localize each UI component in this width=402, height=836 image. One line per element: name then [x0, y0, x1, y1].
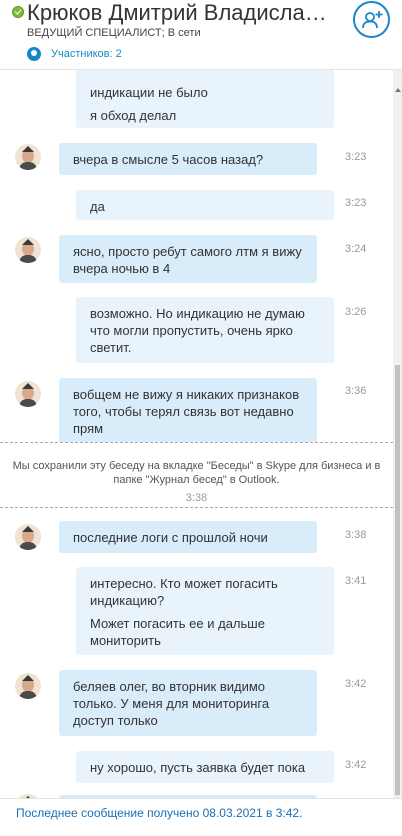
participants-label: Участников: 2	[51, 48, 122, 60]
message-text: беляев олег, во вторник видимо только. У…	[73, 679, 270, 728]
message-timestamp: 3:42	[345, 759, 367, 771]
message-list[interactable]: индикации не было я обход делал вчера в …	[0, 70, 393, 798]
message-text: последние логи с прошлой ночи	[73, 530, 268, 545]
message-timestamp: 3:41	[345, 575, 367, 587]
user-avatar-icon[interactable]	[15, 381, 41, 407]
presence-available-icon	[12, 6, 24, 18]
last-message-info: Последнее сообщение получено 08.03.2021 …	[16, 806, 303, 820]
message-bubble: интересно. Кто может погасить индикацию?…	[76, 567, 334, 655]
message-bubble: возможно. Но индикацию не думаю что могл…	[76, 297, 334, 363]
message-timestamp: 3:42	[345, 678, 367, 690]
message-text: индикации не было	[90, 85, 208, 100]
message-text: Может погасить ее и дальше мониторить	[90, 616, 265, 648]
message-text: я обход делал	[90, 108, 177, 123]
message-text: вобщем не вижу я никаких признаков того,…	[73, 387, 300, 436]
status-footer: Последнее сообщение получено 08.03.2021 …	[0, 798, 402, 836]
message-bubble: да	[76, 190, 334, 220]
message-timestamp: 3:38	[345, 529, 367, 541]
message-text: ясно, просто ребут самого лтм я вижу вче…	[73, 244, 302, 276]
user-avatar-icon[interactable]	[15, 524, 41, 550]
contact-name[interactable]: Крюков Дмитрий Владиславс…	[27, 0, 337, 26]
message-bubble: ну хорошо, пусть заявка будет пока	[76, 751, 334, 783]
message-timestamp: 3:26	[345, 306, 367, 318]
message-bubble: вчера в смысле 5 часов назад?	[59, 143, 317, 175]
conversation-header: Крюков Дмитрий Владиславс… ВЕДУЩИЙ СПЕЦИ…	[0, 0, 402, 70]
message-text: интересно. Кто может погасить индикацию?	[90, 576, 278, 608]
message-timestamp: 3:36	[345, 385, 367, 397]
message-timestamp: 3:23	[345, 197, 367, 209]
message-bubble: ясно, просто ребут самого лтм я вижу вче…	[59, 235, 317, 283]
people-icon	[27, 47, 41, 61]
scroll-up-icon[interactable]	[395, 88, 401, 92]
message-text: ну хорошо, пусть заявка будет пока	[90, 760, 306, 775]
message-bubble: вобщем не вижу я никаких признаков того,…	[59, 378, 317, 444]
message-text: вчера в смысле 5 часов назад?	[73, 152, 264, 167]
message-bubble: последние логи с прошлой ночи	[59, 521, 317, 553]
message-bubble: индикации не было я обход делал	[76, 70, 334, 128]
contact-status: ВЕДУЩИЙ СПЕЦИАЛИСТ; В сети	[27, 27, 201, 39]
scrollbar-thumb[interactable]	[395, 365, 400, 795]
conversation-saved-notice: Мы сохранили эту беседу на вкладке "Бесе…	[0, 442, 393, 508]
message-bubble: беляев олег, во вторник видимо только. У…	[59, 670, 317, 736]
add-people-button[interactable]	[353, 1, 390, 38]
user-avatar-icon[interactable]	[15, 144, 41, 170]
message-timestamp: 3:24	[345, 243, 367, 255]
saved-notice-time: 3:38	[185, 492, 208, 504]
message-text: да	[90, 199, 105, 214]
user-avatar-icon[interactable]	[15, 673, 41, 699]
user-avatar-icon[interactable]	[15, 237, 41, 263]
add-person-icon	[362, 11, 383, 29]
saved-notice-text: Мы сохранили эту беседу на вкладке "Бесе…	[12, 460, 381, 486]
message-timestamp: 3:23	[345, 151, 367, 163]
message-text: возможно. Но индикацию не думаю что могл…	[90, 306, 305, 355]
participants-button[interactable]: Участников: 2	[27, 45, 122, 63]
